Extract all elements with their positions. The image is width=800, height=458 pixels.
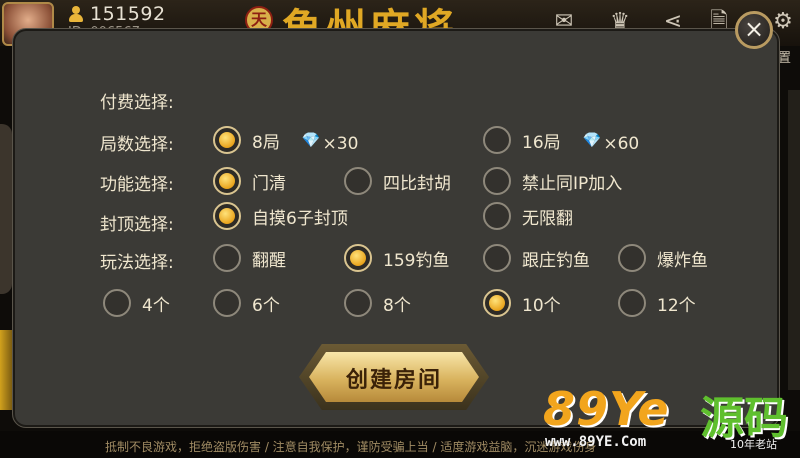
side-decoration-right — [788, 90, 800, 390]
play-label: 玩法选择: — [100, 253, 174, 273]
option-count-10[interactable]: 10个 — [483, 288, 561, 318]
option-rounds-8[interactable]: 8局 💎 ×30 — [213, 125, 358, 155]
option-unlimited[interactable]: 无限翻 — [483, 201, 573, 231]
radio-button[interactable] — [344, 289, 372, 317]
watermark-tagline: 10年老站 — [730, 438, 777, 451]
option-label: 6个 — [252, 295, 280, 316]
option-count-12[interactable]: 12个 — [618, 288, 696, 318]
option-rounds-16[interactable]: 16局 💎 ×60 — [483, 125, 639, 155]
option-label: 门清 — [252, 173, 286, 194]
cap-label: 封顶选择: — [100, 215, 174, 235]
radio-button[interactable] — [213, 244, 241, 272]
option-fanxing[interactable]: 翻醒 — [213, 243, 286, 273]
radio-button[interactable] — [213, 289, 241, 317]
option-label: 爆炸鱼 — [657, 250, 708, 271]
option-label: 16局 — [522, 132, 561, 153]
radio-button[interactable] — [618, 244, 646, 272]
option-sibi[interactable]: 四比封胡 — [344, 166, 451, 196]
option-label: 10个 — [522, 295, 561, 316]
option-label: 自摸6子封顶 — [252, 208, 348, 229]
radio-button[interactable] — [483, 202, 511, 230]
radio-button[interactable] — [483, 167, 511, 195]
gem-cost: ×30 — [322, 134, 359, 154]
radio-button[interactable] — [618, 289, 646, 317]
radio-button[interactable] — [483, 126, 511, 154]
watermark-url: www.89YE.Com — [545, 434, 647, 450]
option-label: 4个 — [142, 295, 170, 316]
radio-button[interactable] — [103, 289, 131, 317]
rounds-label: 局数选择: — [100, 135, 174, 155]
side-panel — [0, 124, 12, 294]
option-label: 跟庄钓鱼 — [522, 250, 590, 271]
payment-label: 付费选择: — [100, 93, 174, 113]
option-follow-dealer[interactable]: 跟庄钓鱼 — [483, 243, 590, 273]
person-coin-icon — [68, 6, 84, 22]
option-explode-fish[interactable]: 爆炸鱼 — [618, 243, 708, 273]
option-label: 禁止同IP加入 — [522, 173, 623, 194]
features-label: 功能选择: — [100, 175, 174, 195]
radio-button[interactable] — [213, 202, 241, 230]
side-decoration — [0, 330, 12, 410]
option-label: 无限翻 — [522, 208, 573, 229]
option-count-4[interactable]: 4个 — [103, 288, 170, 318]
radio-button[interactable] — [344, 244, 372, 272]
close-icon[interactable]: × — [744, 15, 764, 43]
option-label: 8个 — [383, 295, 411, 316]
health-notice: 抵制不良游戏，拒绝盗版伤害 / 注意自我保护，谨防受骗上当 / 适度游戏益脑，沉… — [105, 440, 597, 454]
option-label: 12个 — [657, 295, 696, 316]
option-label: 159钓鱼 — [383, 250, 450, 271]
close-button[interactable]: × — [735, 11, 773, 49]
radio-button[interactable] — [213, 167, 241, 195]
option-label: 8局 — [252, 132, 280, 153]
radio-button[interactable] — [483, 244, 511, 272]
option-count-6[interactable]: 6个 — [213, 288, 280, 318]
option-159[interactable]: 159钓鱼 — [344, 243, 449, 273]
option-label: 翻醒 — [252, 250, 286, 271]
radio-button[interactable] — [213, 126, 241, 154]
option-cap-6[interactable]: 自摸6子封顶 — [213, 201, 348, 231]
watermark-brand: 89Ye — [543, 382, 670, 436]
option-no-same-ip[interactable]: 禁止同IP加入 — [483, 166, 622, 196]
gem-cost: ×60 — [603, 134, 640, 154]
diamond-icon: 💎 — [301, 131, 321, 149]
radio-button[interactable] — [483, 289, 511, 317]
create-room-label: 创建房间 — [345, 368, 442, 393]
option-label: 四比封胡 — [383, 173, 451, 194]
create-room-button[interactable]: 创建房间 — [299, 344, 489, 410]
radio-button[interactable] — [344, 167, 372, 195]
option-count-8[interactable]: 8个 — [344, 288, 411, 318]
coin-balance: 151592 — [90, 3, 166, 25]
diamond-icon: 💎 — [582, 131, 602, 149]
option-menqing[interactable]: 门清 — [213, 166, 286, 196]
